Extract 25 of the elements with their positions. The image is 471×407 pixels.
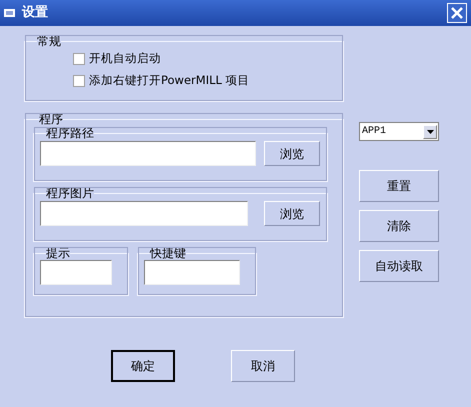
- window-icon: [4, 8, 16, 18]
- checkbox-label: 开机自动启动: [89, 50, 161, 68]
- group-label: 快捷键: [150, 246, 186, 260]
- window-title: 设置: [22, 4, 48, 22]
- push-button[interactable]: 清除: [359, 210, 439, 242]
- push-button[interactable]: 取消: [231, 350, 295, 382]
- text-field[interactable]: [40, 260, 112, 285]
- group-label: 提示: [46, 246, 70, 260]
- checkbox[interactable]: [73, 75, 85, 87]
- app-dropdown[interactable]: APP1: [359, 122, 439, 141]
- text-field[interactable]: [40, 201, 248, 226]
- dropdown-arrow-icon: [426, 130, 434, 134]
- push-button[interactable]: 重置: [359, 170, 439, 202]
- close-button[interactable]: [447, 3, 467, 23]
- checkbox[interactable]: [73, 53, 85, 65]
- text-field[interactable]: [144, 260, 240, 285]
- push-button[interactable]: 确定: [111, 350, 175, 382]
- push-button[interactable]: 自动读取: [359, 250, 439, 282]
- group-label: 程序: [39, 112, 63, 126]
- text-field[interactable]: [40, 141, 256, 166]
- close-icon: [451, 7, 463, 19]
- checkbox-label: 添加右键打开PowerMILL 项目: [89, 72, 250, 90]
- push-button[interactable]: 浏览: [264, 141, 320, 166]
- group-label: 程序路径: [46, 126, 94, 140]
- push-button[interactable]: 浏览: [264, 201, 320, 226]
